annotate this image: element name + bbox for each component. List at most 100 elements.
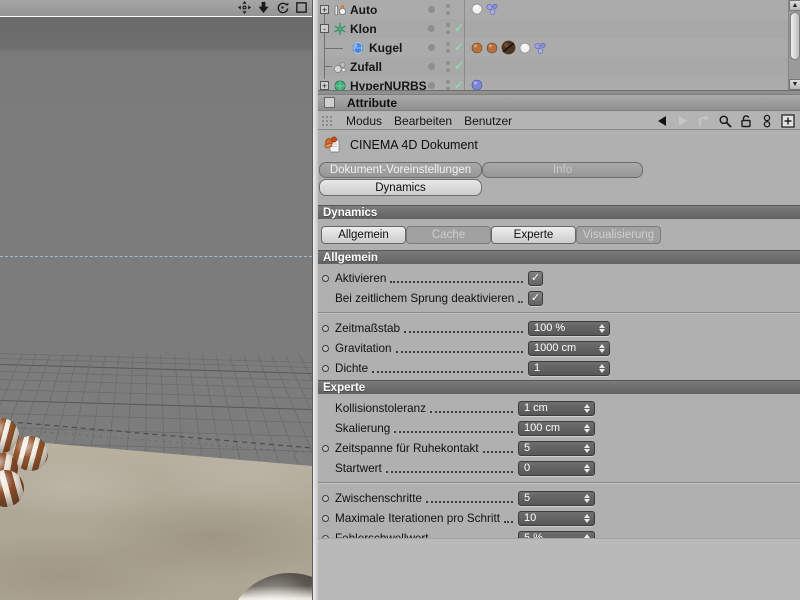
- field-skalierung[interactable]: 100 cm: [518, 420, 595, 436]
- render-visibility-dot[interactable]: [446, 23, 450, 27]
- subtab-allgemein[interactable]: Allgemein: [321, 226, 406, 244]
- rotate-view-icon[interactable]: [276, 1, 289, 14]
- keyframe-circle-icon[interactable]: [322, 444, 335, 452]
- search-icon[interactable]: [718, 114, 732, 128]
- object-name[interactable]: Zufall: [350, 60, 382, 74]
- spinner-control[interactable]: [582, 513, 591, 523]
- dual-circle-icon[interactable]: [760, 114, 774, 128]
- object-manager-scrollbar[interactable]: ▲ ▼: [788, 0, 800, 90]
- scroll-up-button[interactable]: ▲: [789, 0, 800, 11]
- spinner-control[interactable]: [582, 463, 591, 473]
- field-value[interactable]: 5: [524, 442, 582, 454]
- render-visibility-dot[interactable]: [446, 30, 450, 34]
- field-gravitation[interactable]: 1000 cm: [528, 340, 610, 356]
- object-row-kugel[interactable]: Kugel ✓: [318, 34, 800, 57]
- lock-open-icon[interactable]: [739, 114, 753, 128]
- drag-grip-icon[interactable]: [321, 114, 334, 127]
- pan-view-icon[interactable]: [238, 1, 251, 14]
- editor-visibility-dot[interactable]: [428, 63, 435, 70]
- tab-dynamics[interactable]: Dynamics: [319, 179, 482, 196]
- render-visibility-dot[interactable]: [446, 61, 450, 65]
- field-value[interactable]: 1: [534, 362, 597, 374]
- field-value[interactable]: 100 cm: [524, 422, 582, 434]
- keyframe-circle-icon[interactable]: [322, 274, 335, 282]
- spinner-control[interactable]: [582, 423, 591, 433]
- spinner-control[interactable]: [582, 403, 591, 413]
- field-dichte[interactable]: 1: [528, 360, 610, 376]
- menu-modus[interactable]: Modus: [346, 114, 382, 128]
- zoom-view-icon[interactable]: [257, 1, 270, 14]
- tag-white-icon[interactable]: [470, 2, 484, 16]
- expand-toggle-icon[interactable]: +: [320, 81, 329, 90]
- field-zeitmaßstab[interactable]: 100 %: [528, 320, 610, 336]
- menu-bearbeiten[interactable]: Bearbeiten: [394, 114, 452, 128]
- object-name[interactable]: Klon: [350, 22, 377, 36]
- tab-dokument-voreinstellungen[interactable]: Dokument-Voreinstellungen: [319, 162, 482, 178]
- keyframe-circle-icon[interactable]: [322, 344, 335, 352]
- field-zwischenschritte[interactable]: 5: [518, 490, 595, 506]
- menu-benutzer[interactable]: Benutzer: [464, 114, 512, 128]
- object-row-hypernurbs[interactable]: + HyperNURBS ✓: [318, 76, 800, 90]
- editor-visibility-dot[interactable]: [428, 25, 435, 32]
- field-value[interactable]: 5: [524, 492, 582, 504]
- object-name[interactable]: Auto: [350, 3, 377, 17]
- tag-white-icon[interactable]: [518, 41, 532, 55]
- tag-dark-icon[interactable]: [500, 39, 517, 56]
- object-name[interactable]: HyperNURBS: [350, 79, 427, 90]
- add-panel-icon[interactable]: [781, 114, 795, 128]
- tag-brown-icon[interactable]: [470, 41, 484, 55]
- keyframe-circle-icon[interactable]: [322, 324, 335, 332]
- tab-info[interactable]: Info: [482, 162, 643, 178]
- scrollbar-thumb[interactable]: [790, 12, 800, 60]
- spinner-control[interactable]: [597, 363, 606, 373]
- history-back-icon[interactable]: [655, 114, 669, 128]
- scroll-down-button[interactable]: ▼: [789, 79, 800, 90]
- subtab-cache[interactable]: Cache: [406, 226, 491, 244]
- render-visibility-dot[interactable]: [446, 49, 450, 53]
- spinner-control[interactable]: [582, 493, 591, 503]
- field-value[interactable]: 10: [524, 512, 582, 524]
- editor-visibility-dot[interactable]: [428, 44, 435, 51]
- spinner-control[interactable]: [597, 323, 606, 333]
- enabled-check-icon[interactable]: ✓: [454, 59, 464, 73]
- field-value[interactable]: 1 cm: [524, 402, 582, 414]
- tag-brown-icon[interactable]: [485, 41, 499, 55]
- field-startwert[interactable]: 0: [518, 460, 595, 476]
- viewport-canvas[interactable]: [0, 17, 312, 600]
- object-name[interactable]: Kugel: [369, 41, 402, 55]
- render-visibility-dot[interactable]: [446, 4, 450, 8]
- expand-toggle-icon[interactable]: +: [320, 5, 329, 15]
- render-visibility-dot[interactable]: [446, 11, 450, 15]
- enabled-check-icon[interactable]: ✓: [454, 21, 464, 35]
- checkbox-aktivieren[interactable]: ✓: [528, 270, 543, 286]
- editor-visibility-dot[interactable]: [428, 82, 435, 89]
- tag-molecule-icon[interactable]: [485, 2, 499, 16]
- field-maximale-iterationen-pro-schritt[interactable]: 10: [518, 510, 595, 526]
- subtab-experte[interactable]: Experte: [491, 226, 576, 244]
- field-value[interactable]: 100 %: [534, 322, 597, 334]
- enabled-check-icon[interactable]: ✓: [454, 78, 464, 90]
- render-visibility-dot[interactable]: [446, 42, 450, 46]
- viewport-3d[interactable]: [0, 0, 312, 600]
- spinner-control[interactable]: [582, 443, 591, 453]
- keyframe-circle-icon[interactable]: [322, 494, 335, 502]
- enabled-check-icon[interactable]: ✓: [454, 40, 464, 54]
- object-row-klon[interactable]: - Klon ✓: [318, 19, 800, 38]
- panel-dock-icon[interactable]: [324, 97, 335, 108]
- object-row-zufall[interactable]: Zufall ✓: [318, 57, 800, 76]
- keyframe-circle-icon[interactable]: [322, 514, 335, 522]
- field-value[interactable]: 1000 cm: [534, 342, 597, 354]
- expand-toggle-icon[interactable]: -: [320, 24, 329, 34]
- keyframe-circle-icon[interactable]: [322, 364, 335, 372]
- field-zeitspanne-für-ruhekontakt[interactable]: 5: [518, 440, 595, 456]
- render-visibility-dot[interactable]: [446, 80, 450, 84]
- editor-visibility-dot[interactable]: [428, 6, 435, 13]
- field-kollisionstoleranz[interactable]: 1 cm: [518, 400, 595, 416]
- subtab-visualisierung[interactable]: Visualisierung: [576, 226, 661, 244]
- checkbox-bei-zeitlichem-sprung-deaktivieren[interactable]: ✓: [528, 290, 543, 306]
- object-row-auto[interactable]: + Auto: [318, 0, 800, 19]
- render-visibility-dot[interactable]: [446, 68, 450, 72]
- document-row[interactable]: CINEMA 4D Dokument: [318, 131, 800, 159]
- tag-molecule-icon[interactable]: [533, 41, 547, 55]
- tag-blue-icon[interactable]: [470, 78, 484, 90]
